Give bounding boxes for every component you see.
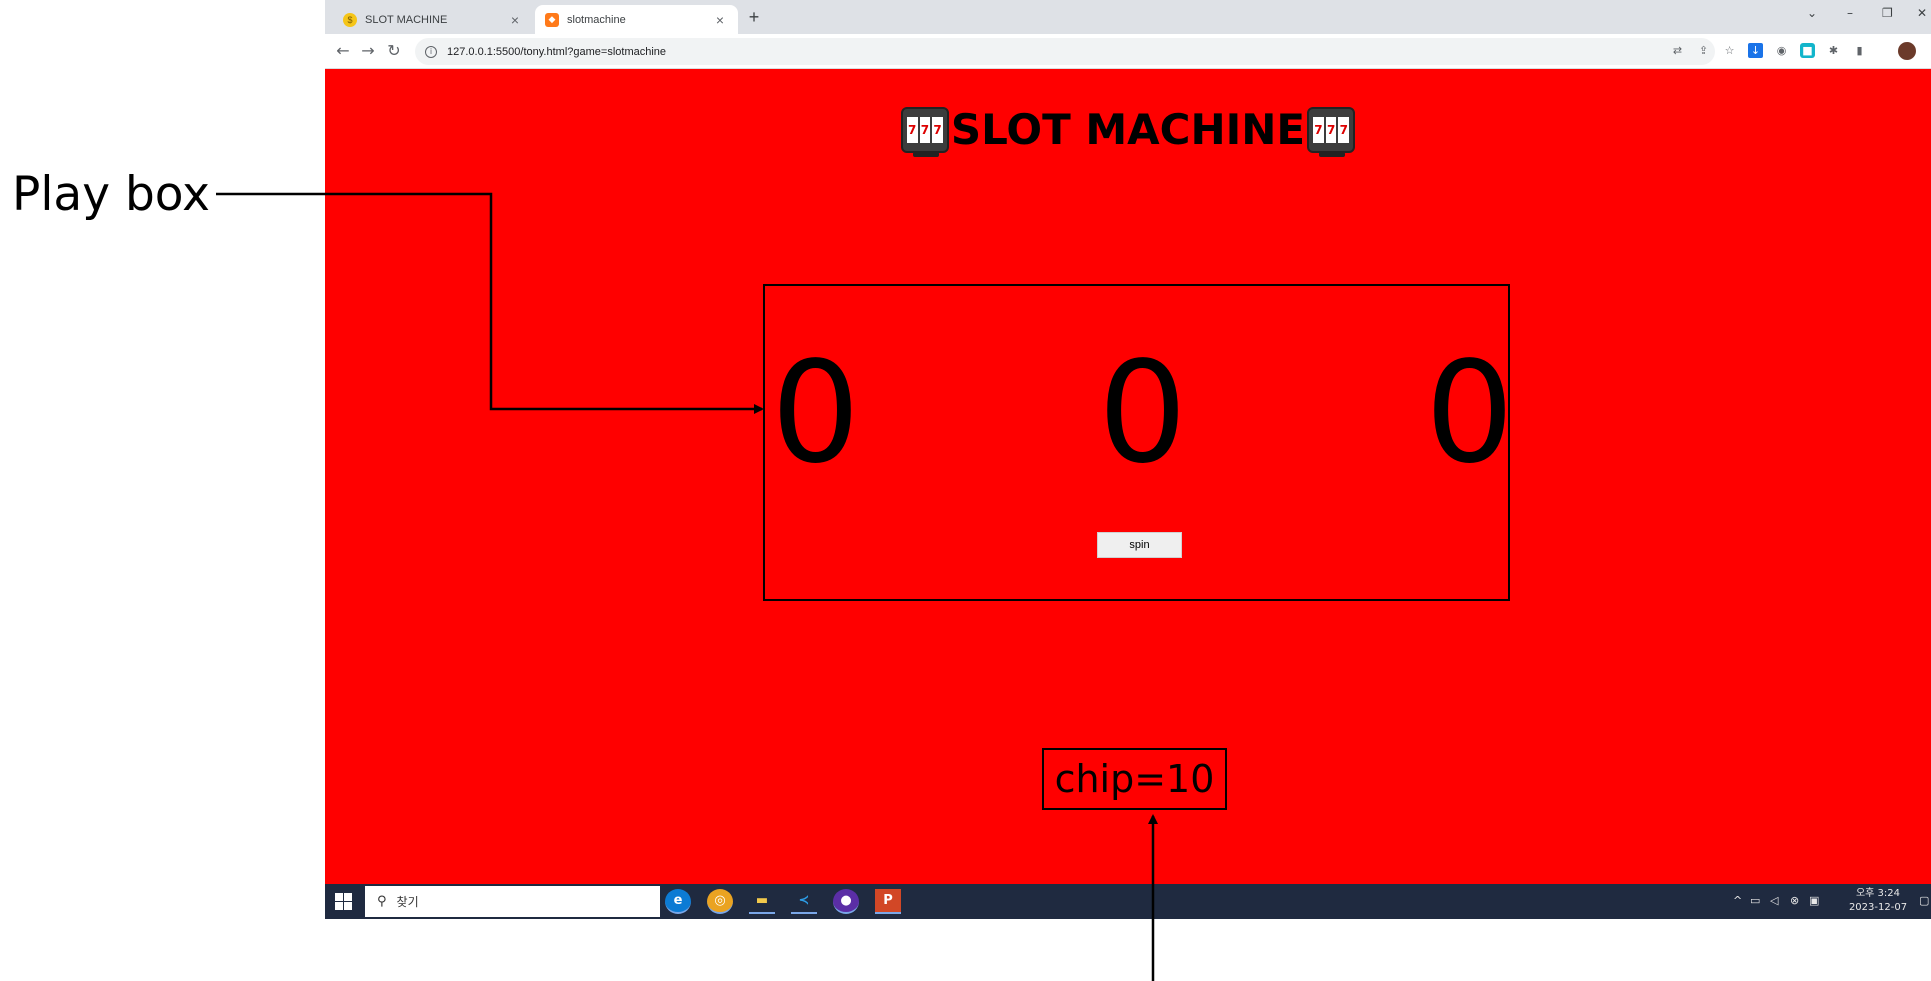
taskbar-clock[interactable]: 오후 3:24 2023-12-07	[1845, 887, 1911, 915]
tab-title: slotmachine	[567, 13, 626, 26]
page-title: 777 SLOT MACHINE 777	[325, 105, 1931, 157]
screenshot-stage: Play box $ SLOT MACHINE × ◆ slotmachine …	[0, 0, 1931, 981]
slot-machine-icon: 777	[900, 106, 949, 157]
url-text: 127.0.0.1:5500/tony.html?game=slotmachin…	[447, 45, 667, 58]
file-explorer-icon[interactable]: ▬	[749, 889, 775, 914]
bookmark-star-icon[interactable]: ☆	[1722, 43, 1737, 58]
powerpoint-icon[interactable]: P	[875, 889, 901, 914]
play-box: 0 0 0 spin	[763, 284, 1514, 601]
forward-icon[interactable]: →	[358, 41, 378, 60]
browser-window: $ SLOT MACHINE × ◆ slotmachine × + ⌄ – ❐…	[325, 0, 1931, 919]
close-icon[interactable]: ×	[712, 12, 728, 28]
minimize-icon[interactable]: –	[1847, 6, 1853, 20]
extensions-puzzle-icon[interactable]: ✱	[1826, 43, 1841, 58]
window-close-icon[interactable]: ✕	[1917, 6, 1927, 20]
profile-avatar[interactable]	[1898, 42, 1916, 60]
github-icon[interactable]: ●	[833, 889, 859, 914]
taskbar-search-placeholder: 찾기	[396, 895, 419, 909]
search-icon: ⚲	[377, 894, 387, 909]
spin-button[interactable]: spin	[1097, 532, 1182, 558]
windows-taskbar: ⚲ 찾기 e ◎ ▬ ≺ ● P ^ ▭ ◁ ⊗ ▣ 오후 3:24 2023-…	[325, 884, 1931, 919]
tab-slotmachine[interactable]: ◆ slotmachine ×	[535, 5, 738, 34]
tab-search-icon[interactable]: ⌄	[1807, 6, 1817, 20]
site-info-icon[interactable]: i	[425, 45, 437, 58]
chip-counter: chip=10	[1042, 748, 1227, 810]
taskbar-search[interactable]: ⚲ 찾기	[365, 886, 660, 917]
windows-start-icon[interactable]	[335, 893, 352, 910]
close-icon[interactable]: ×	[507, 12, 523, 28]
clock-date: 2023-12-07	[1848, 902, 1908, 913]
coin-icon: $	[343, 12, 357, 27]
address-bar[interactable]: i 127.0.0.1:5500/tony.html?game=slotmach…	[415, 38, 1715, 65]
tray-app-icon[interactable]: ⊗	[1790, 894, 1799, 907]
annotation-play-box-label: Play box	[12, 167, 210, 222]
edge-icon[interactable]: e	[665, 889, 691, 914]
reel-3-value: 0	[1425, 332, 1515, 495]
shield-icon: ◆	[545, 12, 559, 27]
tab-strip: $ SLOT MACHINE × ◆ slotmachine × + ⌄ – ❐…	[325, 0, 1931, 34]
share-icon[interactable]: ⇪	[1696, 43, 1711, 58]
tab-slot-machine[interactable]: $ SLOT MACHINE ×	[333, 5, 533, 34]
reel-1-value: 0	[771, 332, 861, 495]
page-content: 777 SLOT MACHINE 777 0 0 0 spin chip=10	[325, 69, 1931, 884]
volume-icon[interactable]: ◁	[1770, 894, 1778, 907]
new-tab-button[interactable]: +	[743, 7, 765, 28]
extension-icons: ⇄ ⇪ ☆ ↓ ◉ ■ ✱ ▮	[1670, 43, 1867, 58]
translate-icon[interactable]: ⇄	[1670, 43, 1685, 58]
chrome-icon[interactable]: ◎	[707, 889, 733, 914]
network-icon[interactable]: ▭	[1750, 894, 1760, 907]
page-title-text: SLOT MACHINE	[950, 105, 1306, 154]
browser-toolbar: ← → ↻ i 127.0.0.1:5500/tony.html?game=sl…	[325, 34, 1931, 69]
tray-chevron-icon[interactable]: ^	[1733, 894, 1742, 907]
download-extension-icon[interactable]: ↓	[1748, 43, 1763, 58]
notification-icon[interactable]: ▢	[1919, 894, 1929, 907]
reel-2-value: 0	[1098, 332, 1188, 495]
slot-machine-icon: 777	[1307, 106, 1356, 157]
restore-icon[interactable]: ❐	[1882, 6, 1893, 20]
clock-time: 오후 3:24	[1855, 888, 1901, 899]
camera-icon[interactable]: ◉	[1774, 43, 1789, 58]
back-icon[interactable]: ←	[333, 41, 353, 60]
reload-icon[interactable]: ↻	[384, 41, 404, 60]
vscode-icon[interactable]: ≺	[791, 889, 817, 914]
tab-title: SLOT MACHINE	[365, 13, 448, 26]
side-panel-icon[interactable]: ▮	[1852, 43, 1867, 58]
capture-extension-icon[interactable]: ■	[1800, 43, 1815, 58]
ime-icon[interactable]: ▣	[1809, 894, 1819, 907]
